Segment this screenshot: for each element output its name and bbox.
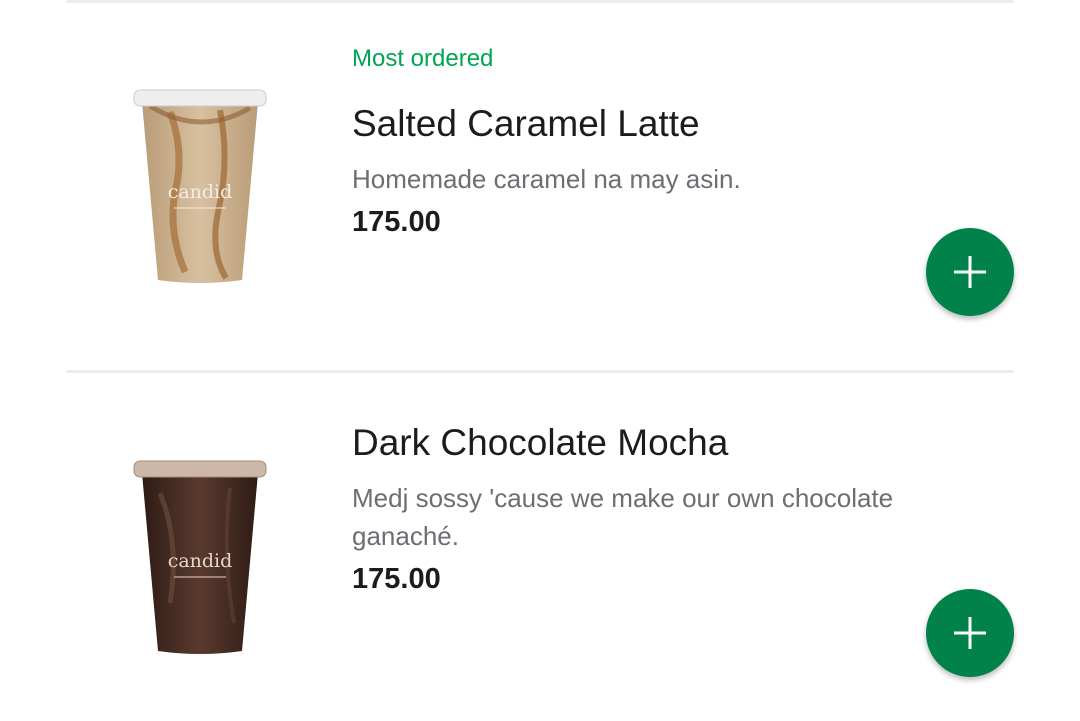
most-ordered-badge: Most ordered xyxy=(352,45,494,72)
product-image-iced-mocha: candid xyxy=(133,460,267,654)
plus-icon xyxy=(954,256,986,288)
add-to-cart-button[interactable] xyxy=(926,589,1014,677)
product-image-iced-latte: candid xyxy=(133,89,267,283)
item-description: Homemade caramel na may asin. xyxy=(352,164,741,194)
menu-item-salted-caramel-latte[interactable]: candid Most ordered Salted Caramel Latte… xyxy=(0,0,1080,370)
item-name: Dark Chocolate Mocha xyxy=(352,422,729,463)
item-price: 175.00 xyxy=(352,563,441,595)
add-to-cart-button[interactable] xyxy=(926,228,1014,316)
brand-logo-text: candid xyxy=(168,550,233,572)
menu-item-dark-chocolate-mocha[interactable]: candid Dark Chocolate Mocha Medj sossy '… xyxy=(0,373,1080,721)
brand-logo-text: candid xyxy=(168,181,233,203)
plus-icon xyxy=(954,617,986,649)
item-price: 175.00 xyxy=(352,206,441,238)
item-details: Dark Chocolate Mocha Medj sossy 'cause w… xyxy=(352,421,952,597)
item-name: Salted Caramel Latte xyxy=(352,103,700,144)
menu-list: candid Most ordered Salted Caramel Latte… xyxy=(0,0,1080,721)
item-details: Most ordered Salted Caramel Latte Homema… xyxy=(352,44,952,240)
item-description: Medj sossy 'cause we make our own chocol… xyxy=(352,483,894,551)
